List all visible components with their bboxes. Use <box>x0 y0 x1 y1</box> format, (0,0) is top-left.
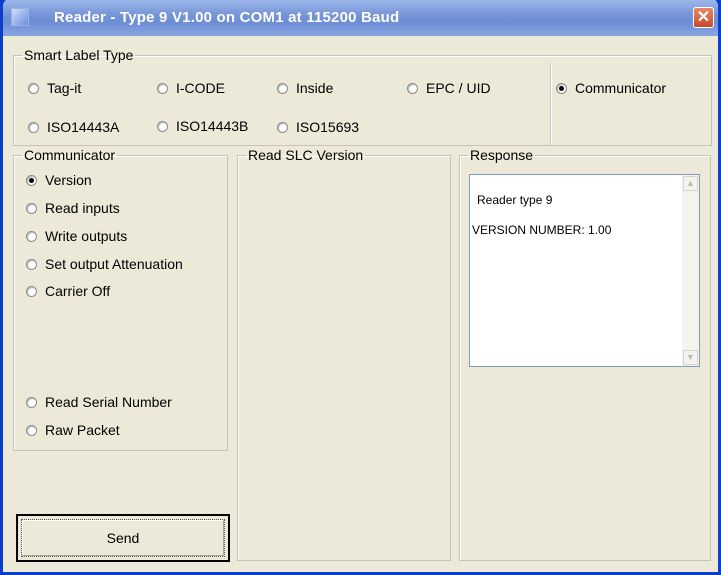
radio-tag-it[interactable]: Tag-it <box>28 80 81 96</box>
radio-write-outputs[interactable]: Write outputs <box>26 228 127 244</box>
radio-iso14443b[interactable]: ISO14443B <box>157 118 248 134</box>
window-title: Reader - Type 9 V1.00 on COM1 at 115200 … <box>54 9 400 26</box>
communicator-group: Communicator Version Read inputs Write o… <box>13 147 228 451</box>
radio-read-inputs[interactable]: Read inputs <box>26 200 120 216</box>
application-window: Reader - Type 9 V1.00 on COM1 at 115200 … <box>0 0 721 575</box>
smart-label-type-group: Smart Label Type Tag-it I-CODE Inside EP… <box>13 47 712 146</box>
radio-iso14443a[interactable]: ISO14443A <box>28 119 119 135</box>
radio-version[interactable]: Version <box>26 172 92 188</box>
scroll-down-icon[interactable]: ▼ <box>683 350 698 365</box>
radio-inside[interactable]: Inside <box>277 80 333 96</box>
read-slc-version-legend: Read SLC Version <box>248 147 364 163</box>
response-line-2: VERSION NUMBER: 1.00 <box>472 223 612 237</box>
scroll-up-icon[interactable]: ▲ <box>683 176 698 191</box>
client-area: Smart Label Type Tag-it I-CODE Inside EP… <box>3 36 718 572</box>
title-bar[interactable]: Reader - Type 9 V1.00 on COM1 at 115200 … <box>3 0 718 36</box>
app-icon <box>11 8 29 26</box>
response-scrollbar[interactable]: ▲ ▼ <box>682 175 699 366</box>
radio-i-code[interactable]: I-CODE <box>157 80 225 96</box>
smart-label-type-legend: Smart Label Type <box>24 47 134 63</box>
radio-read-serial-number[interactable]: Read Serial Number <box>26 394 172 410</box>
radio-communicator[interactable]: Communicator <box>556 80 666 96</box>
radio-iso15693[interactable]: ISO15693 <box>277 119 359 135</box>
group-divider <box>550 63 551 145</box>
communicator-legend: Communicator <box>24 147 116 163</box>
close-icon: ✕ <box>696 9 711 26</box>
radio-carrier-off[interactable]: Carrier Off <box>26 283 110 299</box>
response-textarea[interactable]: Reader type 9 VERSION NUMBER: 1.00 ▲ ▼ <box>469 174 700 367</box>
read-slc-version-group: Read SLC Version <box>237 147 451 561</box>
radio-set-output-attenuation[interactable]: Set output Attenuation <box>26 256 183 272</box>
response-line-1: Reader type 9 <box>477 193 553 207</box>
send-button-label: Send <box>106 530 140 546</box>
response-legend: Response <box>470 147 534 163</box>
close-button[interactable]: ✕ <box>693 7 714 28</box>
radio-epc-uid[interactable]: EPC / UID <box>407 80 491 96</box>
radio-raw-packet[interactable]: Raw Packet <box>26 422 120 438</box>
send-button[interactable]: Send <box>16 514 230 562</box>
